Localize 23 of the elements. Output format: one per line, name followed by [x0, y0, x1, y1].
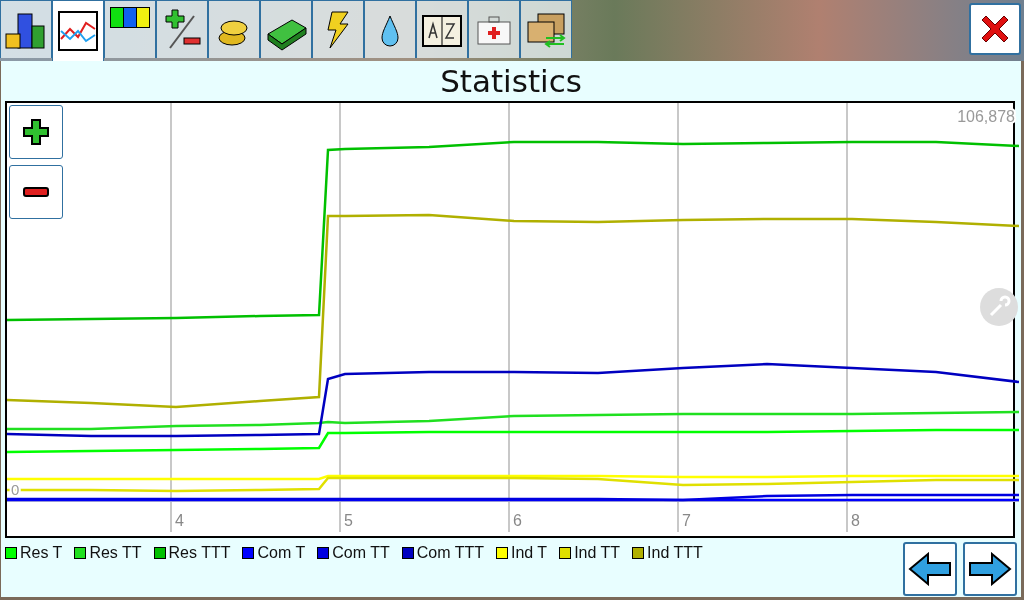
legend-label: Com TTT — [416, 544, 484, 562]
legend-label: Com T — [257, 544, 306, 562]
left-arrow-icon — [908, 552, 952, 586]
next-button[interactable] — [963, 542, 1017, 596]
toolbar-tab[interactable] — [416, 0, 468, 58]
legend-label: Ind TT — [574, 544, 621, 562]
panel-title: Statistics — [439, 62, 583, 101]
toolbar-tab[interactable] — [208, 0, 260, 58]
color-bars-icon — [110, 7, 150, 28]
legend-label: Com TT — [332, 544, 390, 562]
toolbar-tab[interactable] — [0, 0, 52, 58]
right-arrow-icon — [968, 552, 1012, 586]
legend-label: Ind TTT — [647, 544, 703, 562]
legend-label: Res TTT — [168, 544, 231, 562]
toolbar-tab[interactable] — [104, 0, 156, 58]
legend-label: Res T — [20, 544, 63, 562]
previous-button[interactable] — [903, 542, 957, 596]
legend-label: Res TT — [89, 544, 142, 562]
close-button[interactable] — [969, 3, 1021, 55]
legend-label: Ind T — [510, 544, 548, 562]
toolbar-tab[interactable] — [52, 0, 104, 61]
line-graph-icon — [56, 9, 100, 53]
toolbar-tab[interactable] — [260, 0, 312, 58]
